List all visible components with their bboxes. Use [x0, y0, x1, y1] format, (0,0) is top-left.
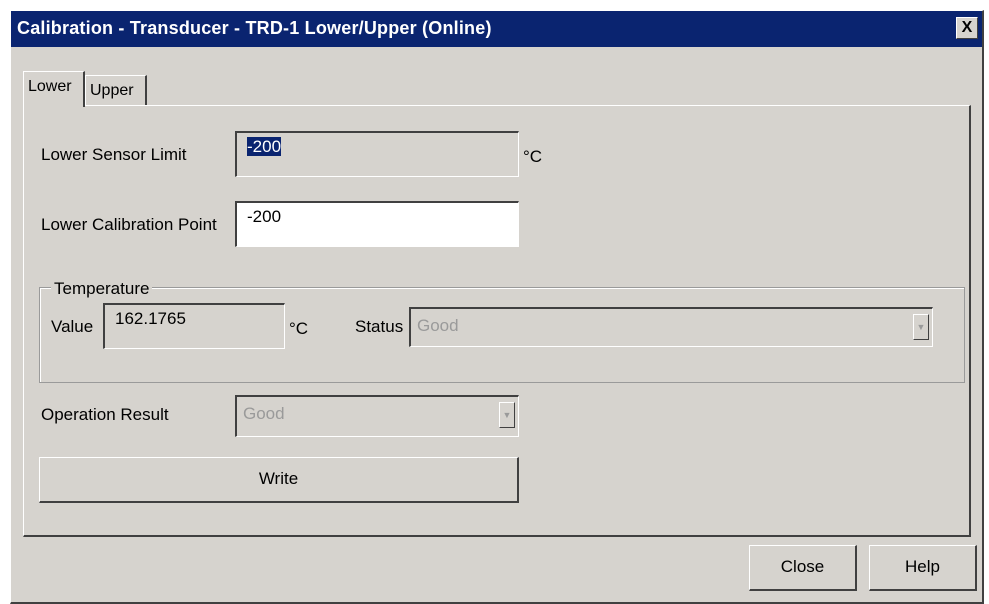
temperature-unit: °C [289, 319, 309, 338]
close-icon[interactable]: X [956, 17, 978, 39]
operation-result-label: Operation Result [41, 405, 169, 424]
help-button[interactable]: Help [869, 545, 977, 591]
chevron-down-icon[interactable]: ▼ [499, 402, 515, 428]
chevron-down-icon[interactable]: ▼ [913, 314, 929, 340]
tab-lower-label: Lower [28, 78, 72, 95]
status-dropdown-value: Good [417, 316, 459, 335]
tab-lower[interactable]: Lower [23, 71, 85, 107]
temperature-group-title: Temperature [51, 279, 153, 299]
lower-calibration-point-label: Lower Calibration Point [41, 215, 217, 234]
window-title: Calibration - Transducer - TRD-1 Lower/U… [17, 18, 492, 38]
lower-sensor-limit-unit: °C [523, 147, 543, 166]
write-button[interactable]: Write [39, 457, 519, 503]
operation-result-value: Good [243, 404, 285, 423]
tab-upper[interactable]: Upper [85, 75, 147, 105]
tab-upper-label: Upper [90, 82, 134, 99]
title-bar[interactable]: Calibration - Transducer - TRD-1 Lower/U… [11, 11, 982, 47]
temperature-value: 162.1765 [115, 309, 186, 328]
operation-result-dropdown[interactable]: Good ▼ [235, 395, 519, 437]
lower-sensor-limit-field[interactable]: -200 [235, 131, 519, 177]
calibration-dialog: Calibration - Transducer - TRD-1 Lower/U… [10, 10, 984, 604]
status-label: Status [355, 317, 404, 336]
lower-sensor-limit-label: Lower Sensor Limit [41, 145, 187, 164]
lower-sensor-limit-value: -200 [247, 137, 282, 156]
status-dropdown[interactable]: Good ▼ [409, 307, 933, 347]
lower-calibration-point-input[interactable]: -200 [235, 201, 519, 247]
close-button[interactable]: Close [749, 545, 857, 591]
temperature-value-label: Value [51, 317, 94, 336]
lower-calibration-point-value: -200 [247, 207, 282, 226]
temperature-value-field: 162.1765 [103, 303, 285, 349]
